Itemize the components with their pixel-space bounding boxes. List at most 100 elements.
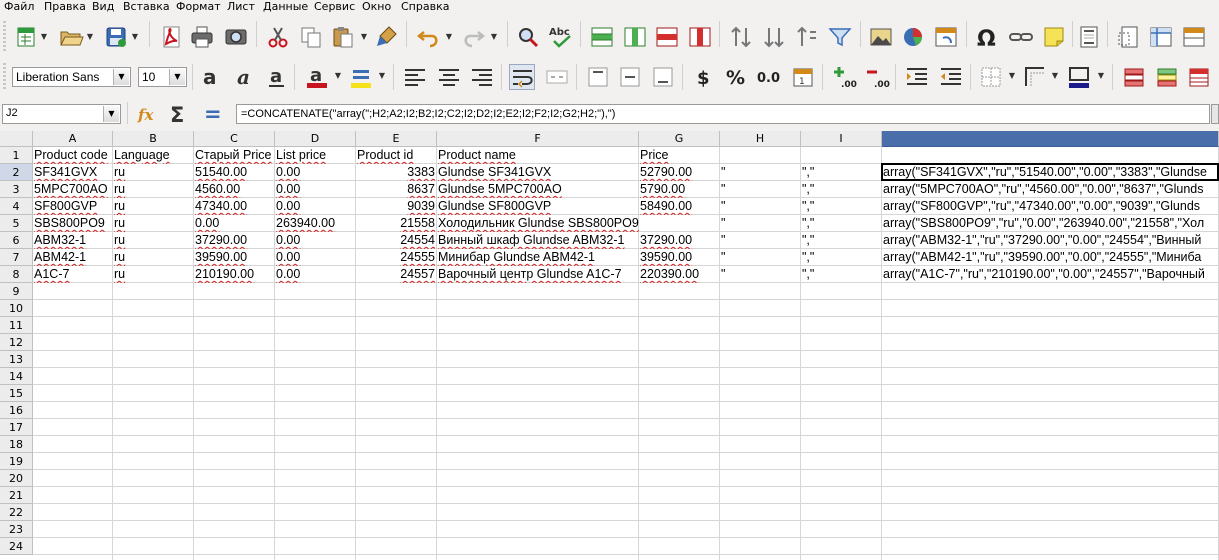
- column-header[interactable]: A: [33, 131, 113, 147]
- chevron-down-icon[interactable]: ▼: [1097, 71, 1105, 81]
- table-cell[interactable]: 9039: [356, 198, 437, 215]
- row-header[interactable]: 20: [0, 470, 33, 487]
- split-window-icon[interactable]: [1181, 24, 1207, 50]
- table-cell[interactable]: ABM32-1: [33, 232, 113, 249]
- borders-icon[interactable]: [978, 64, 1004, 90]
- hyperlink-icon[interactable]: [1008, 24, 1034, 50]
- insert-chart-icon[interactable]: [900, 24, 926, 50]
- table-cell[interactable]: ": [720, 232, 801, 249]
- align-right-icon[interactable]: [469, 64, 495, 90]
- table-cell[interactable]: ru: [113, 232, 194, 249]
- table-cell[interactable]: SF341GVX: [33, 164, 113, 181]
- copy-icon[interactable]: [298, 24, 324, 50]
- table-cell[interactable]: 8637: [356, 181, 437, 198]
- table-cell[interactable]: 5790.00: [639, 181, 720, 198]
- header-cell[interactable]: Product name: [437, 147, 639, 164]
- table-cell[interactable]: ABM42-1: [33, 249, 113, 266]
- table-cell[interactable]: ru: [113, 249, 194, 266]
- spreadsheet-grid[interactable]: A B C D E F G H I 1 2 3 4 5 6 7 8 9 10 11 12 13 14 15 16 17 18 19 20…: [0, 131, 1219, 560]
- table-cell[interactable]: 37290.00: [639, 232, 720, 249]
- row-header[interactable]: 3: [0, 181, 33, 198]
- row-header[interactable]: 11: [0, 317, 33, 334]
- column-header[interactable]: [882, 131, 1219, 147]
- row-header[interactable]: 4: [0, 198, 33, 215]
- table-cell[interactable]: 3383: [356, 164, 437, 181]
- row-header[interactable]: 23: [0, 521, 33, 538]
- spellcheck-icon[interactable]: Abc: [548, 24, 574, 50]
- table-cell[interactable]: Холодильник Glundse SBS800PO9: [437, 215, 720, 232]
- table-cell[interactable]: 58490.00: [639, 198, 720, 215]
- menu-view[interactable]: Вид: [92, 0, 114, 14]
- table-cell[interactable]: array("ABM42-1","ru","39590.00","0.00","…: [882, 249, 1219, 266]
- row-header[interactable]: 1: [0, 147, 33, 164]
- menu-window[interactable]: Окно: [362, 0, 391, 14]
- align-center-icon[interactable]: [436, 64, 462, 90]
- merge-cells-icon[interactable]: [544, 64, 570, 90]
- table-cell[interactable]: 24554: [356, 232, 437, 249]
- wrap-text-icon[interactable]: [509, 64, 535, 90]
- toolbar-grip[interactable]: [3, 21, 6, 51]
- table-cell[interactable]: ": [720, 164, 801, 181]
- column-header[interactable]: I: [801, 131, 882, 147]
- row-header[interactable]: 10: [0, 300, 33, 317]
- increase-indent-icon[interactable]: [904, 64, 930, 90]
- table-cell[interactable]: ": [720, 198, 801, 215]
- table-cell[interactable]: ",": [801, 215, 882, 232]
- paste-icon[interactable]: [330, 24, 356, 50]
- column-header[interactable]: D: [275, 131, 356, 147]
- row-header[interactable]: 22: [0, 504, 33, 521]
- row-header[interactable]: 16: [0, 402, 33, 419]
- chevron-down-icon[interactable]: ▼: [113, 69, 129, 85]
- highlight-icon[interactable]: [348, 64, 374, 90]
- sort-descending-icon[interactable]: [794, 24, 820, 50]
- chevron-down-icon[interactable]: ▼: [131, 32, 139, 42]
- align-bottom-icon[interactable]: [650, 64, 676, 90]
- select-all-corner[interactable]: [0, 131, 33, 147]
- chevron-down-icon[interactable]: ▼: [103, 106, 119, 122]
- date-format-icon[interactable]: 1: [790, 64, 816, 90]
- menu-insert[interactable]: Вставка: [123, 0, 170, 14]
- table-cell[interactable]: array("ABM32-1","ru","37290.00","0.00","…: [882, 232, 1219, 249]
- column-header[interactable]: H: [720, 131, 801, 147]
- menu-help[interactable]: Справка: [401, 0, 449, 14]
- sort-ascending-icon[interactable]: [761, 24, 787, 50]
- table-cell[interactable]: ",": [801, 198, 882, 215]
- open-icon[interactable]: [58, 24, 84, 50]
- table-cell[interactable]: 37290.00: [194, 232, 275, 249]
- chevron-down-icon[interactable]: ▼: [40, 32, 48, 42]
- table-cell[interactable]: 24555: [356, 249, 437, 266]
- table-cell[interactable]: ru: [113, 181, 194, 198]
- table-cell[interactable]: ru: [113, 215, 194, 232]
- menu-file[interactable]: Файл: [4, 0, 34, 14]
- header-cell[interactable]: Старый Price: [194, 147, 275, 164]
- table-cell[interactable]: SF800GVP: [33, 198, 113, 215]
- table-cell[interactable]: Минибар Glundse ABM42-1: [437, 249, 639, 266]
- pivot-table-icon[interactable]: [933, 24, 959, 50]
- table-cell[interactable]: Glundse 5MPC700AO: [437, 181, 639, 198]
- table-cell[interactable]: ",": [801, 181, 882, 198]
- font-size-combo[interactable]: 10 ▼: [138, 67, 187, 87]
- table-cell[interactable]: 263940.00: [275, 215, 356, 232]
- conditional-format-icon[interactable]: [1121, 64, 1147, 90]
- pdf-export-icon[interactable]: [158, 24, 184, 50]
- table-cell[interactable]: array("SF800GVP","ru","47340.00","0.00",…: [882, 198, 1219, 215]
- function-icon[interactable]: =: [200, 101, 226, 127]
- align-top-icon[interactable]: [585, 64, 611, 90]
- border-color-icon[interactable]: [1066, 64, 1092, 90]
- row-header[interactable]: 19: [0, 453, 33, 470]
- comment-icon[interactable]: [1041, 24, 1067, 50]
- table-cell[interactable]: ",": [801, 164, 882, 181]
- table-cell[interactable]: array("5MPC700AO","ru","4560.00","0.00",…: [882, 181, 1219, 198]
- menu-sheet[interactable]: Лист: [227, 0, 255, 14]
- cut-icon[interactable]: [265, 24, 291, 50]
- table-cell[interactable]: 0.00: [275, 232, 356, 249]
- table-cell[interactable]: 39590.00: [639, 249, 720, 266]
- table-cell[interactable]: 0.00: [275, 164, 356, 181]
- clone-formatting-icon[interactable]: [375, 24, 401, 50]
- column-header[interactable]: E: [356, 131, 437, 147]
- table-cell[interactable]: ru: [113, 198, 194, 215]
- table-cell[interactable]: 47340.00: [194, 198, 275, 215]
- insert-row-icon[interactable]: [589, 24, 615, 50]
- row-header[interactable]: 14: [0, 368, 33, 385]
- row-header[interactable]: 6: [0, 232, 33, 249]
